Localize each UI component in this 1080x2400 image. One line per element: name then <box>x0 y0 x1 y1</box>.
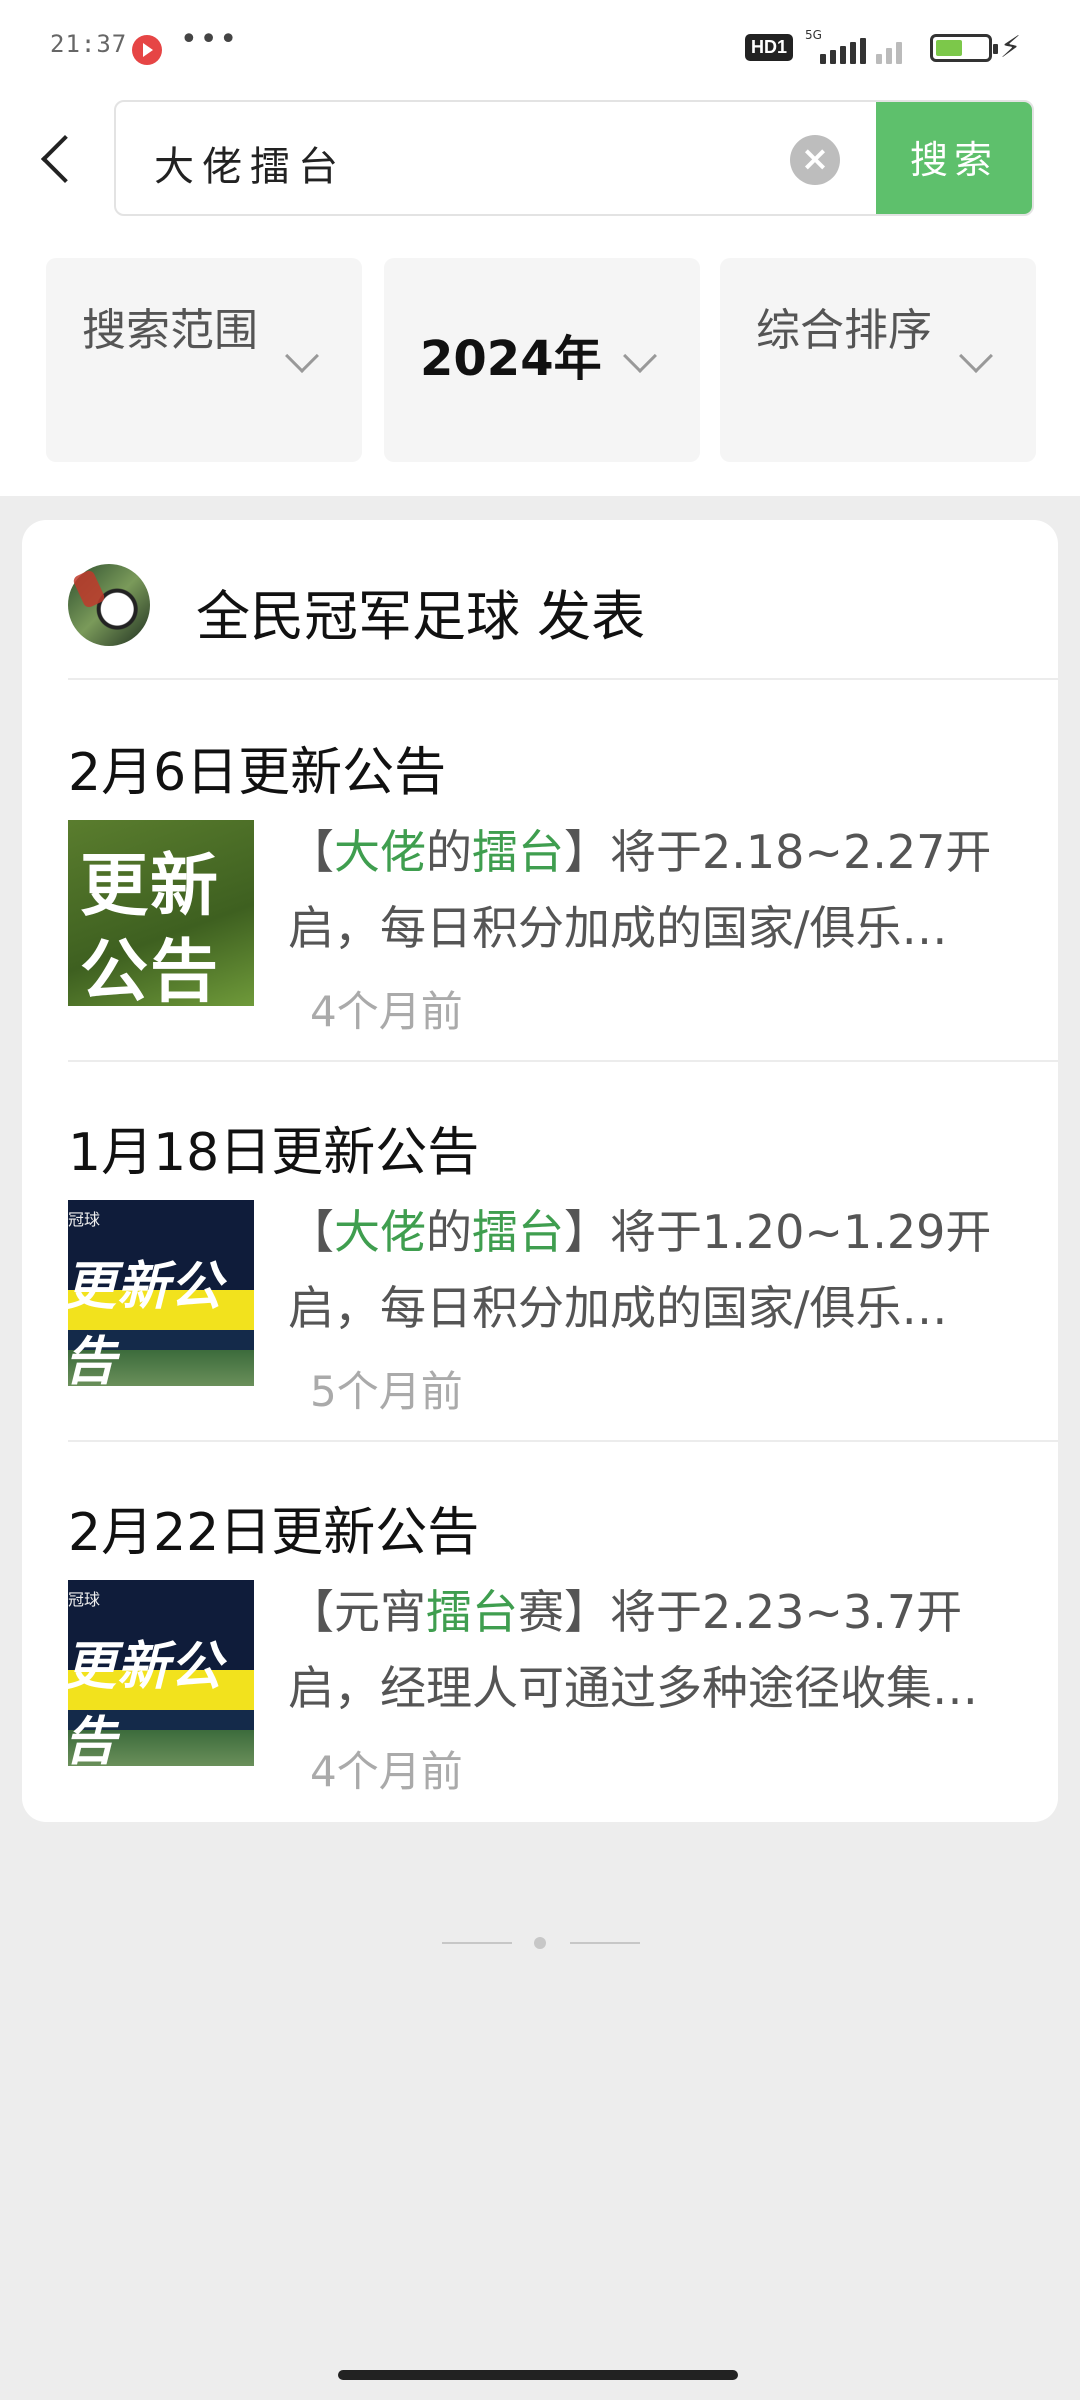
back-arrow-icon[interactable] <box>36 128 80 188</box>
item-title[interactable]: 2月6日更新公告 <box>68 730 446 805</box>
publisher-name[interactable]: 全民冠军足球 发表 <box>196 572 645 651</box>
divider <box>68 678 1058 680</box>
hd-badge: HD1 <box>745 34 794 61</box>
battery-icon <box>930 34 998 62</box>
list-item[interactable]: 2月6日更新公告 更新 公告 【大佬的擂台】将于2.18~2.27开 启，每日积… <box>68 730 1058 1110</box>
end-of-list-indicator <box>0 1937 1080 1950</box>
item-thumbnail[interactable]: 冠球 更新公告 <box>68 1580 254 1766</box>
filter-scope-label: 搜索范围 <box>82 305 258 356</box>
thumbnail-text: 更新 <box>80 847 221 926</box>
list-item[interactable]: 2月22日更新公告 冠球 更新公告 【元宵擂台赛】将于2.23~3.7开 启，经… <box>68 1490 1058 1870</box>
divider <box>68 1060 1058 1062</box>
more-notifications-icon: ••• <box>180 22 240 57</box>
signal-icon <box>800 30 910 64</box>
filter-sort[interactable]: 综合排序 <box>720 258 1036 462</box>
filter-scope[interactable]: 搜索范围 <box>46 258 362 462</box>
item-time: 4个月前 <box>310 987 463 1036</box>
item-title[interactable]: 2月22日更新公告 <box>68 1490 479 1565</box>
chevron-down-icon <box>623 339 657 373</box>
status-bar: 21:37 ••• HD1 5G ⚡ <box>0 0 1080 96</box>
chevron-down-icon <box>959 339 993 373</box>
thumbnail-text: 更新公告 <box>68 1637 224 1766</box>
thumbnail-text: 冠球 <box>68 1210 101 1229</box>
item-thumbnail[interactable]: 更新 公告 <box>68 820 254 1006</box>
search-query-text[interactable]: 大佬擂台 <box>154 134 346 192</box>
item-thumbnail[interactable]: 冠球 更新公告 <box>68 1200 254 1386</box>
play-app-icon <box>132 35 162 65</box>
search-input[interactable]: 大佬擂台 × 搜索 <box>114 100 1034 216</box>
avatar[interactable] <box>68 564 150 646</box>
filter-year-label: 2024年 <box>420 331 602 387</box>
chevron-down-icon <box>285 339 319 373</box>
list-item[interactable]: 1月18日更新公告 冠球 更新公告 【大佬的擂台】将于1.20~1.29开 启，… <box>68 1110 1058 1490</box>
home-indicator[interactable] <box>338 2370 738 2380</box>
thumbnail-text: 冠球 <box>68 1590 101 1609</box>
item-description[interactable]: 【大佬的擂台】将于1.20~1.29开 启，每日积分加成的国家/俱乐… <box>288 1194 1038 1346</box>
filter-year[interactable]: 2024年 <box>384 258 700 462</box>
header-area: 21:37 ••• HD1 5G ⚡ 大佬擂台 × 搜索 搜索范围 2024年 … <box>0 0 1080 496</box>
filter-sort-label: 综合排序 <box>756 305 932 356</box>
clear-icon[interactable]: × <box>790 135 840 185</box>
item-title[interactable]: 1月18日更新公告 <box>68 1110 479 1185</box>
item-time: 4个月前 <box>310 1747 463 1796</box>
item-description[interactable]: 【大佬的擂台】将于2.18~2.27开 启，每日积分加成的国家/俱乐… <box>288 814 1038 966</box>
publisher-row[interactable]: 全民冠军足球 发表 <box>68 564 1058 648</box>
lightning-icon: ⚡ <box>1000 30 1022 65</box>
result-card: 全民冠军足球 发表 2月6日更新公告 更新 公告 【大佬的擂台】将于2.18~2… <box>22 520 1058 1822</box>
thumbnail-text: 公告 <box>80 933 221 1006</box>
thumbnail-text: 更新公告 <box>68 1257 224 1386</box>
divider <box>68 1440 1058 1442</box>
search-button[interactable]: 搜索 <box>876 102 1032 214</box>
item-description[interactable]: 【元宵擂台赛】将于2.23~3.7开 启，经理人可通过多种途径收集… <box>288 1574 1038 1726</box>
item-time: 5个月前 <box>310 1367 463 1416</box>
status-time: 21:37 <box>50 30 128 58</box>
